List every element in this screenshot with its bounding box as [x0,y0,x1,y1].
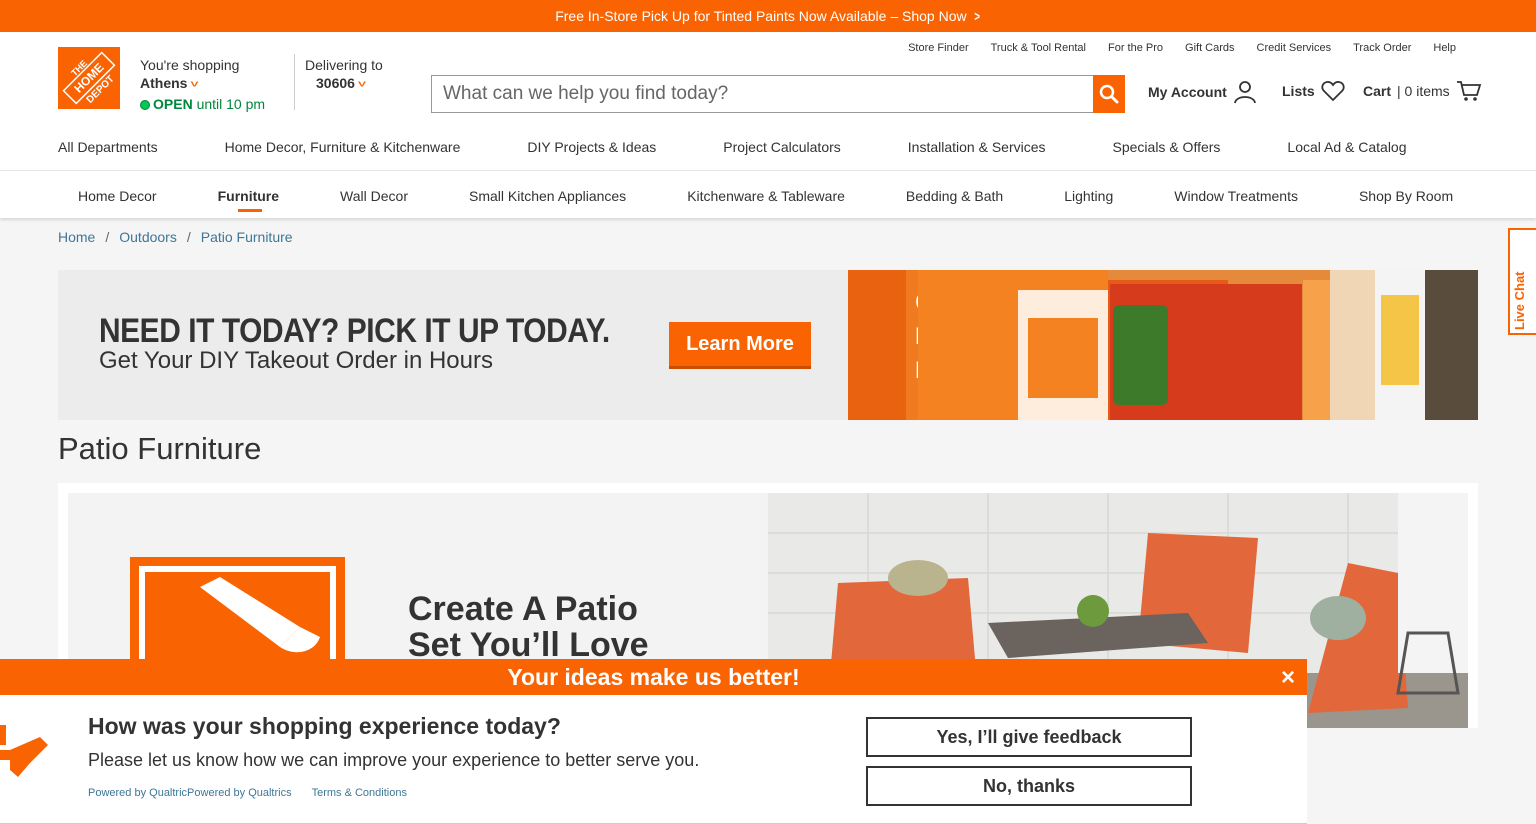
survey-footer: Powered by QualtricPowered by Qualtrics … [88,787,407,799]
util-link-help[interactable]: Help [1433,42,1456,54]
search-button[interactable] [1093,75,1125,113]
subnav-shop-by-room[interactable]: Shop By Room [1359,188,1453,204]
util-link-credit-services[interactable]: Credit Services [1257,42,1332,54]
cart-label: Cart [1363,83,1392,99]
promo-bar[interactable]: Free In-Store Pick Up for Tinted Paints … [0,0,1536,32]
breadcrumb-separator: / [105,229,110,245]
cart-icon [1456,81,1481,101]
survey-brand-icon [0,725,48,777]
live-chat-tab[interactable]: Live Chat [1508,228,1536,335]
lists-label: Lists [1282,83,1315,99]
my-account-label: My Account [1148,84,1227,100]
cart-link[interactable]: Cart | 0 items [1363,80,1482,102]
subnav-wall-decor[interactable]: Wall Decor [340,188,408,204]
dept-local-ad[interactable]: Local Ad & Catalog [1287,139,1406,155]
lists-link[interactable]: Lists [1282,80,1345,102]
sub-nav: Home Decor Furniture Wall Decor Small Ki… [0,170,1536,218]
learn-more-button[interactable]: Learn More [669,322,811,366]
subnav-lighting[interactable]: Lighting [1064,188,1113,204]
heart-icon [1321,81,1345,102]
util-link-store-finder[interactable]: Store Finder [908,42,969,54]
terms-link[interactable]: Terms & Conditions [312,787,407,799]
subnav-small-kitchen-appliances[interactable]: Small Kitchen Appliances [469,188,626,204]
chevron-right-icon: > [973,8,980,24]
util-link-truck-rental[interactable]: Truck & Tool Rental [991,42,1086,54]
logo-mark: THE HOME DEPOT [58,47,120,109]
search-box [431,75,1125,113]
subnav-bedding-bath[interactable]: Bedding & Bath [906,188,1003,204]
chevron-down-icon[interactable]: V [358,79,366,90]
breadcrumb: Home / Outdoors / Patio Furniture [58,229,293,245]
close-icon[interactable]: × [1281,664,1295,692]
pickup-promo-banner[interactable]: NEED IT TODAY? PICK IT UP TODAY. Get You… [58,270,1478,420]
store-label: You're shopping [140,57,240,73]
search-icon [1099,84,1119,104]
breadcrumb-outdoors[interactable]: Outdoors [119,229,177,245]
breadcrumb-home[interactable]: Home [58,229,95,245]
util-link-for-the-pro[interactable]: For the Pro [1108,42,1163,54]
feature-title-line-2: Set You’ll Love [408,626,649,664]
survey-header-text: Your ideas make us better! [507,663,800,690]
powered-by-text-1: Powered by Qualtric [88,787,188,799]
delivery-label: Delivering to [305,57,383,73]
util-link-track-order[interactable]: Track Order [1353,42,1411,54]
header: THE HOME DEPOT You're shopping Athens V O… [0,32,1536,170]
store-status: OPEN [153,96,193,112]
store-hours-text: until 10 pm [196,96,266,112]
breadcrumb-separator: / [186,229,191,245]
pickup-lockers-image: ORDERPICKUPLOCKERS [848,270,1478,420]
page-title: Patio Furniture [58,431,262,466]
dept-home-decor[interactable]: Home Decor, Furniture & Kitchenware [225,139,461,155]
feature-title-line-1: Create A Patio [408,590,638,628]
store-selector[interactable]: You're shopping Athens V OPEN until 10 pm [140,56,265,113]
store-city[interactable]: Athens [140,75,187,91]
give-feedback-button[interactable]: Yes, I’ll give feedback [866,717,1192,757]
subnav-furniture[interactable]: Furniture [218,188,279,212]
survey-question: How was your shopping experience today? [88,713,561,739]
powered-by-link[interactable]: Powered by QualtricPowered by Qualtrics [88,787,292,799]
dept-project-calculators[interactable]: Project Calculators [723,139,841,155]
feedback-survey: Your ideas make us better! × How was you… [0,659,1307,824]
department-nav: All Departments Home Decor, Furniture & … [58,139,1474,155]
search-input[interactable] [432,76,1092,112]
dept-specials-offers[interactable]: Specials & Offers [1113,139,1221,155]
promo-headline: NEED IT TODAY? PICK IT UP TODAY. [99,312,610,350]
no-thanks-button[interactable]: No, thanks [866,766,1192,806]
delivery-zip[interactable]: 30606 [316,75,355,91]
user-icon [1233,81,1256,104]
breadcrumb-patio-furniture[interactable]: Patio Furniture [201,229,293,245]
store-hours: OPEN until 10 pm [140,95,265,113]
dept-diy-projects[interactable]: DIY Projects & Ideas [527,139,656,155]
feature-title: Create A Patio Set You’ll Love [408,591,649,663]
delivery-selector[interactable]: Delivering to 30606 V [305,56,383,93]
dept-all-departments[interactable]: All Departments [58,139,158,155]
survey-header: Your ideas make us better! × [0,659,1307,695]
dept-installation-services[interactable]: Installation & Services [908,139,1046,155]
chevron-down-icon[interactable]: V [190,79,198,90]
promo-subline: Get Your DIY Takeout Order in Hours [99,347,493,374]
survey-description: Please let us know how we can improve yo… [88,750,700,770]
live-chat-label: Live Chat [1512,271,1527,330]
subnav-kitchenware[interactable]: Kitchenware & Tableware [687,188,845,204]
cart-count: | 0 items [1397,83,1450,99]
powered-by-text-2: Powered by Qualtrics [187,787,292,799]
utility-links: Store Finder Truck & Tool Rental For the… [908,42,1456,54]
header-divider [294,54,295,110]
status-dot-icon [140,100,150,110]
home-depot-logo[interactable]: THE HOME DEPOT [58,47,120,109]
subnav-home-decor[interactable]: Home Decor [78,188,157,204]
subnav-window-treatments[interactable]: Window Treatments [1174,188,1298,204]
util-link-gift-cards[interactable]: Gift Cards [1185,42,1235,54]
promo-bar-text[interactable]: Free In-Store Pick Up for Tinted Paints … [555,8,966,24]
my-account-link[interactable]: My Account [1148,80,1257,104]
